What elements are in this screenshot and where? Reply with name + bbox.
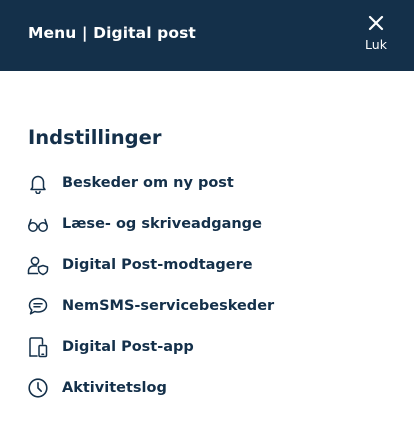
menu-item-adgange[interactable]: Læse- og skriveadgange <box>0 203 414 244</box>
menu-title: Menu | Digital post <box>28 24 196 42</box>
close-label: Luk <box>365 37 387 52</box>
glasses-icon <box>27 213 49 235</box>
menu-item-label: Digital Post-app <box>62 338 194 355</box>
menu-item-modtagere[interactable]: Digital Post-modtagere <box>0 244 414 285</box>
menu-item-beskeder[interactable]: Beskeder om ny post <box>0 162 414 203</box>
clock-icon <box>27 377 49 399</box>
menu-item-app[interactable]: Digital Post-app <box>0 326 414 367</box>
devices-icon <box>27 336 49 358</box>
menu-item-aktivitetslog[interactable]: Aktivitetslog <box>0 367 414 408</box>
menu-item-label: Læse- og skriveadgange <box>62 215 262 232</box>
menu-item-nemsms[interactable]: NemSMS-servicebeskeder <box>0 285 414 326</box>
close-button[interactable]: Luk <box>356 10 396 54</box>
chat-bubble-icon <box>27 295 49 317</box>
top-bar: Menu | Digital post Luk <box>0 0 414 71</box>
user-shield-icon <box>27 254 49 276</box>
close-icon <box>368 15 384 31</box>
menu-item-label: NemSMS-servicebeskeder <box>62 297 275 314</box>
settings-heading: Indstillinger <box>28 126 162 149</box>
settings-menu: Beskeder om ny post Læse- og skriveadgan… <box>0 162 414 408</box>
menu-item-label: Digital Post-modtagere <box>62 256 253 273</box>
menu-item-label: Beskeder om ny post <box>62 174 234 191</box>
menu-item-label: Aktivitetslog <box>62 379 167 396</box>
bell-icon <box>27 172 49 194</box>
